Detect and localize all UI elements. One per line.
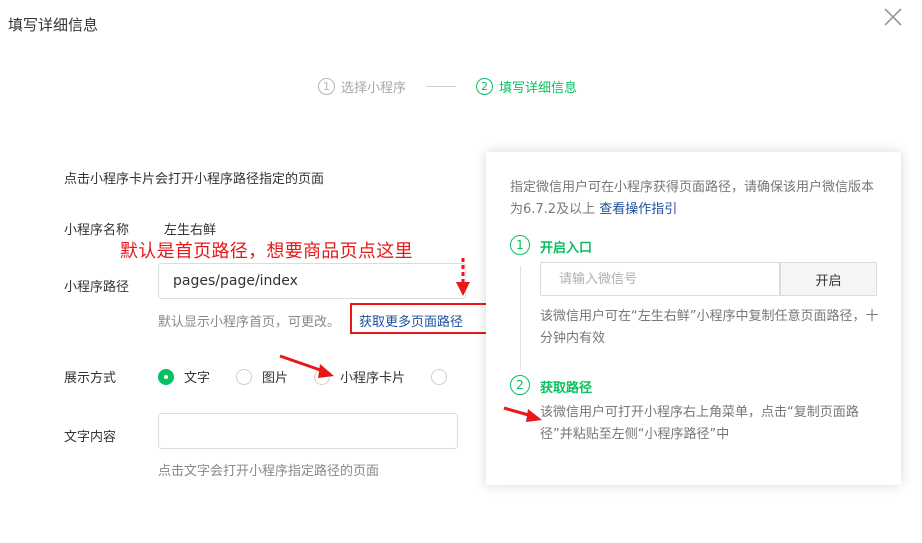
mp-name-value: 左生右鲜 [164,223,217,238]
close-icon[interactable] [882,6,904,28]
popover-step-1-title: 开启入口 [540,241,593,256]
radio-circle [236,368,253,385]
mp-path-hint: 默认显示小程序首页，可更改。 [158,315,341,330]
dialog-title: 填写详细信息 [8,16,99,34]
popover-step-2-title: 获取路径 [540,381,593,396]
popover-step-1-desc: 该微信用户可在“左生右鲜”小程序中复制任意页面路径，十分钟内有效 [540,309,879,346]
text-content-label: 文字内容 [64,430,117,445]
radio-circle [158,368,174,385]
radio-mini-program-card[interactable]: 小程序卡片 [314,367,405,386]
text-content-hint: 点击文字会打开小程序指定路径的页面 [158,464,380,479]
radio-label: 文字 [184,371,211,386]
step-label: 选择小程序 [341,80,407,96]
path-guide-popover: 指定微信用户可在小程序获得页面路径，请确保该用户微信版本为6.7.2及以上 查看… [486,152,901,485]
text-content-input[interactable] [158,413,458,449]
display-mode-label: 展示方式 [64,371,117,386]
popover-step-2-number: 2 [510,375,530,395]
step-divider [426,85,457,87]
radio-circle [431,368,448,385]
wechat-id-input[interactable] [540,262,780,296]
popover-intro: 指定微信用户可在小程序获得页面路径，请确保该用户微信版本为6.7.2及以上 查看… [510,177,882,221]
mp-path-input[interactable]: pages/page/index [158,263,466,299]
radio-circle [314,368,331,385]
radio-more-option[interactable] [431,368,457,385]
step-fill-details: 2 填写详细信息 [476,77,577,96]
radio-image[interactable]: 图片 [236,367,288,386]
mp-name-label: 小程序名称 [64,223,130,238]
step-select-mini-program: 1 选择小程序 [318,77,406,96]
popover-step-2-desc: 该微信用户可打开小程序右上角菜单，点击“复制页面路径”并粘贴至左侧“小程序路径”… [540,405,859,442]
form-description: 点击小程序卡片会打开小程序路径指定的页面 [64,172,325,187]
step-label: 填写详细信息 [499,80,578,96]
operation-guide-link[interactable]: 查看操作指引 [599,202,677,217]
step-number: 1 [318,77,335,95]
radio-label: 图片 [262,371,289,386]
radio-label: 小程序卡片 [340,371,406,386]
popover-step-1-number: 1 [510,235,530,255]
popover-step-connector [520,266,521,370]
step-number: 2 [476,77,494,95]
radio-text[interactable]: 文字 [158,367,210,386]
step-indicator: 1 选择小程序 2 填写详细信息 [318,76,577,96]
enable-button[interactable]: 开启 [780,262,877,296]
annotation-text: 默认是首页路径，想要商品页点这里 [120,241,413,262]
get-more-paths-link[interactable]: 获取更多页面路径 [350,303,488,334]
popover-intro-text: 指定微信用户可在小程序获得页面路径，请确保该用户微信版本为6.7.2及以上 [510,180,875,217]
display-mode-radio-group: 文字 图片 小程序卡片 [158,367,483,386]
mp-path-label: 小程序路径 [64,280,130,295]
